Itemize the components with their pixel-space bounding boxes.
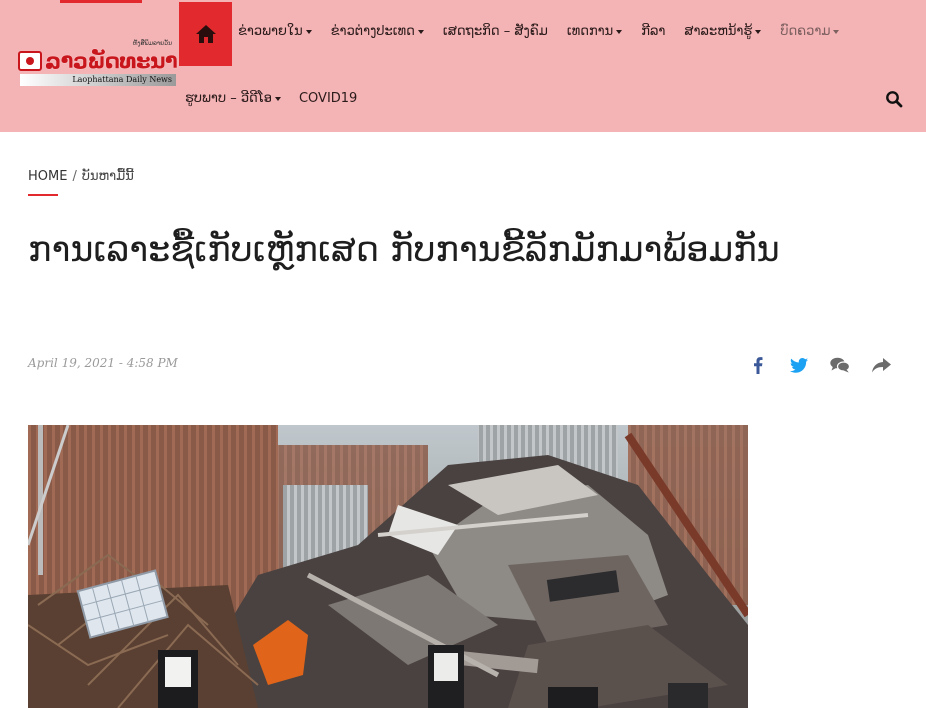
site-header: ຫັງສືພິມລາຍວັນ ລາວພັດທະນາ Laophattana Da… [0, 0, 926, 132]
nav-item-knowledge[interactable]: ສາລະຫນ້າຮູ້ [684, 24, 780, 39]
home-button[interactable] [179, 2, 232, 66]
facebook-icon [754, 356, 763, 374]
search-button[interactable] [885, 90, 903, 108]
chevron-down-icon [274, 97, 281, 101]
logo-subtitle: Laophattana Daily News [20, 74, 176, 86]
facebook-share-button[interactable] [748, 355, 768, 375]
share-bar [748, 355, 891, 375]
nav-item-sports[interactable]: ກີລາ [641, 24, 684, 39]
home-icon [195, 25, 216, 43]
scrap-metal-photo [28, 425, 748, 708]
nav-item-festivals[interactable]: ເທດການ [567, 24, 641, 39]
breadcrumb-separator: / [72, 169, 77, 184]
logo-tagline: ຫັງສືພິມລາຍວັນ [132, 40, 172, 47]
chevron-down-icon [305, 30, 312, 34]
nav-item-world-news[interactable]: ຂ່າວຕ່າງປະເທດ [331, 24, 443, 39]
share-icon [871, 357, 891, 372]
article-title: ການເລາະຊື້ເກັບເຫຼັກເສດ ກັບການຂີ້ລັກມັກມາ… [28, 230, 780, 270]
site-logo[interactable]: ຫັງສືພິມລາຍວັນ ລາວພັດທະນາ Laophattana Da… [18, 40, 178, 88]
article-date: April 19, 2021 - 4:58 PM [28, 356, 178, 370]
breadcrumb: HOME / ບັນຫາມື້ນີ້ [28, 169, 134, 184]
twitter-share-button[interactable] [789, 355, 809, 375]
chevron-down-icon [833, 30, 840, 34]
main-nav: ຂ່າວພາຍໃນ ຂ່າວຕ່າງປະເທດ ເສດຖະກິດ – ສັງຄົ… [238, 24, 858, 39]
breadcrumb-home-link[interactable]: HOME [28, 169, 67, 184]
logo-name: ລາວພັດທະນາ [45, 49, 178, 73]
nav-item-local-news[interactable]: ຂ່າວພາຍໃນ [238, 24, 331, 39]
article-hero-image [28, 425, 748, 708]
main-nav-row2: ຮູບພາບ – ວີດີໂອ COVID19 [185, 91, 375, 106]
chevron-down-icon [417, 30, 424, 34]
share-button[interactable] [871, 355, 891, 375]
breadcrumb-current[interactable]: ບັນຫາມື້ນີ້ [82, 169, 134, 184]
header-accent-strip [60, 0, 142, 3]
twitter-icon [790, 357, 808, 373]
breadcrumb-underline [28, 194, 58, 196]
nav-item-economy-society[interactable]: ເສດຖະກິດ – ສັງຄົມ [443, 24, 567, 39]
comment-icon [830, 357, 850, 373]
logo-emblem-icon [18, 51, 42, 71]
search-icon [886, 91, 903, 108]
chevron-down-icon [616, 30, 623, 34]
nav-item-covid19[interactable]: COVID19 [299, 91, 375, 106]
comment-button[interactable] [830, 355, 850, 375]
nav-item-articles[interactable]: ບົດຄວາມ [780, 24, 858, 39]
chevron-down-icon [755, 30, 762, 34]
logo-row: ລາວພັດທະນາ [18, 49, 178, 73]
nav-item-photo-video[interactable]: ຮູບພາບ – ວີດີໂອ [185, 91, 299, 106]
